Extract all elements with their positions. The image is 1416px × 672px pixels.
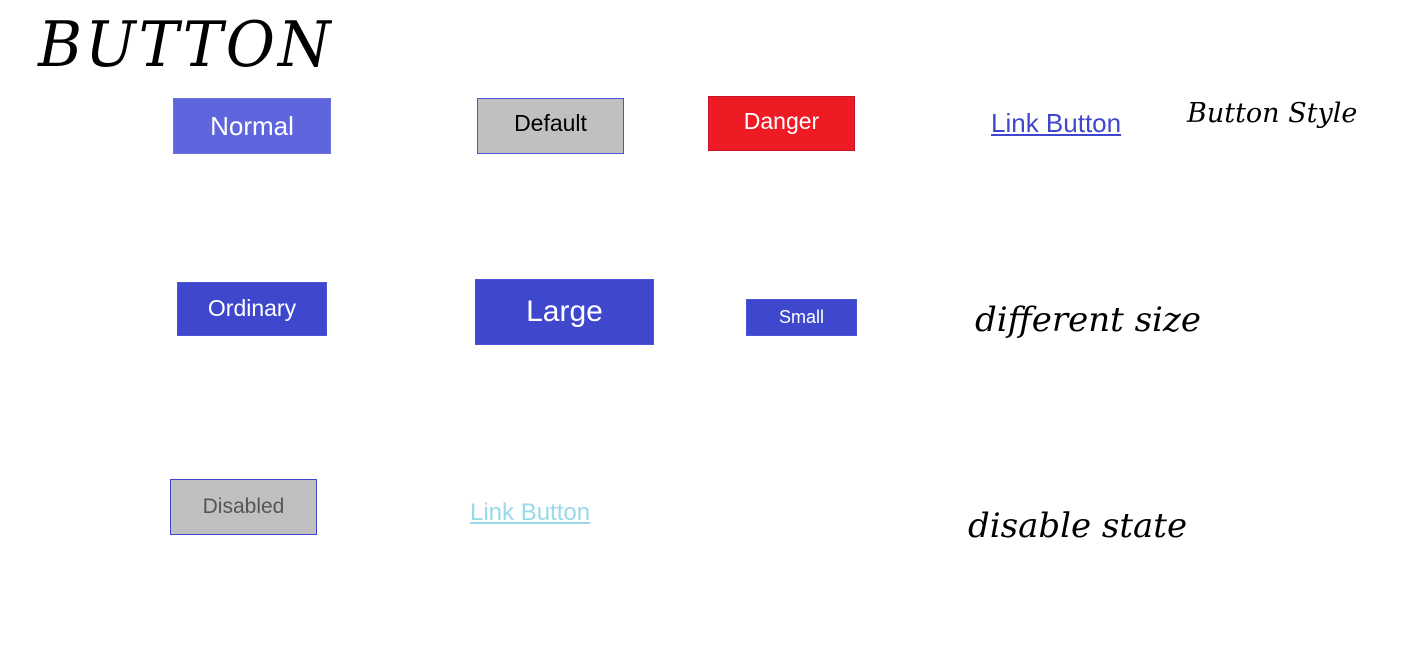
ordinary-button[interactable]: Ordinary [177, 282, 327, 336]
large-button[interactable]: Large [475, 279, 654, 345]
different-size-caption: different size [975, 300, 1201, 340]
default-button[interactable]: Default [477, 98, 624, 154]
danger-button[interactable]: Danger [708, 96, 855, 151]
disable-state-caption: disable state [968, 506, 1188, 546]
normal-button[interactable]: Normal [173, 98, 331, 154]
small-button[interactable]: Small [746, 299, 857, 336]
disabled-link-button: Link Button [470, 499, 591, 526]
page-title: BUTTON [38, 8, 334, 82]
link-button[interactable]: Link Button [991, 108, 1121, 139]
button-style-caption: Button Style [1187, 98, 1358, 129]
disabled-button: Disabled [170, 479, 317, 535]
